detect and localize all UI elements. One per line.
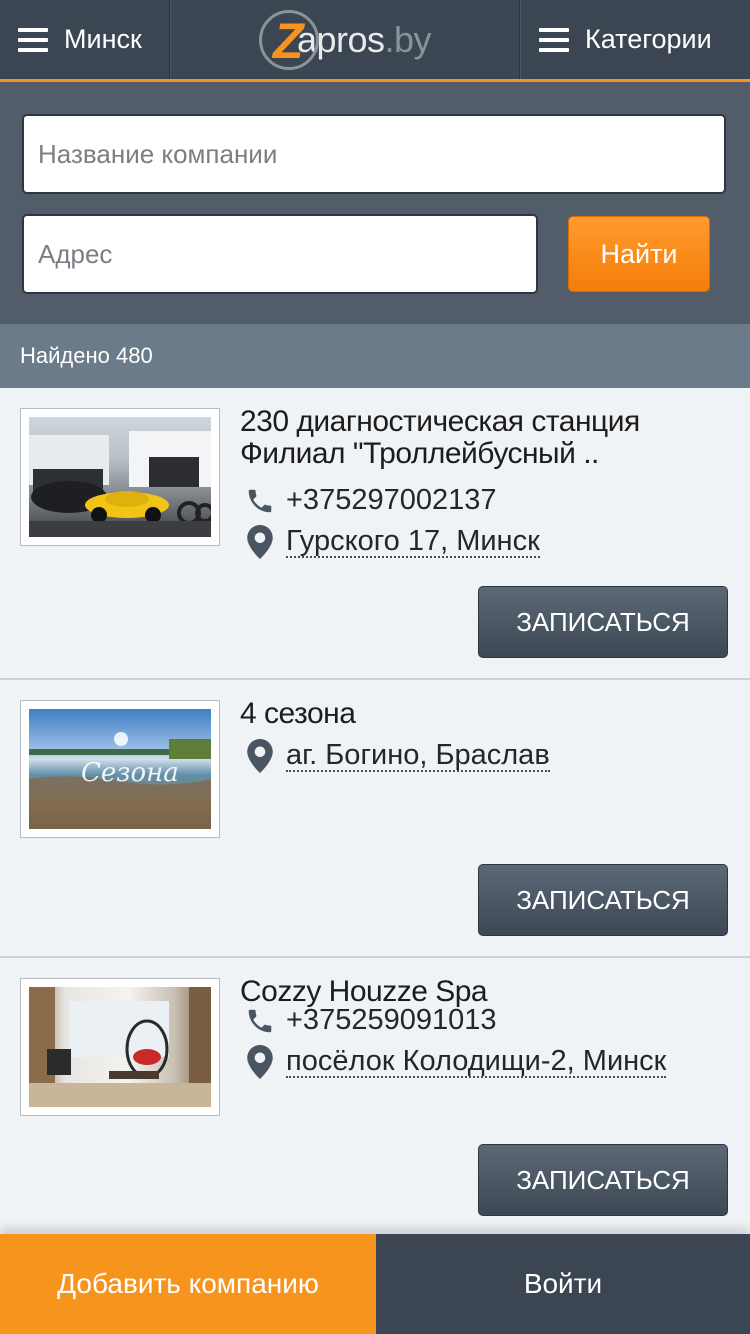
- lake-image: Сезона: [29, 732, 211, 829]
- company-title[interactable]: 230 диагностическая станция Филиал "Трол…: [240, 406, 730, 470]
- address-row[interactable]: аг. Богино, Браслав: [244, 739, 550, 773]
- categories-label: Категории: [585, 24, 712, 54]
- trucks-image: [29, 431, 211, 537]
- company-card: Cozzy Houzze Spa +375259091013 посёлок К…: [0, 958, 750, 1236]
- address-link: аг. Богино, Браслав: [286, 739, 550, 772]
- address-placeholder: Адрес: [38, 238, 113, 269]
- address-link: посёлок Колодищи-2, Минск: [286, 1045, 667, 1078]
- svg-text:Сезона: Сезона: [81, 758, 179, 788]
- menu-icon: [18, 27, 48, 52]
- city-label: Минск: [64, 24, 142, 54]
- bottom-bar: Добавить компанию Войти: [0, 1234, 750, 1334]
- city-menu-button[interactable]: Минск: [0, 0, 170, 79]
- company-photo[interactable]: [20, 978, 220, 1116]
- phone-row-content[interactable]: +375259091013: [244, 1004, 496, 1037]
- company-card: 230 диагностическая станция Филиал "Трол…: [0, 388, 750, 680]
- company-card: Сезона 4 сезона аг. Богино, Браслав ЗАПИ…: [0, 680, 750, 958]
- logo-z: Z: [272, 12, 304, 69]
- phone-number: +375297002137: [286, 484, 497, 516]
- top-bar: Минск Z apros.by Категории: [0, 0, 750, 82]
- book-button[interactable]: ЗАПИСАТЬСЯ: [478, 586, 728, 658]
- menu-icon: [539, 27, 569, 52]
- company-photo[interactable]: Сезона: [20, 700, 220, 838]
- find-button[interactable]: Найти: [568, 216, 710, 292]
- search-panel: Название компании Адрес Найти: [0, 82, 750, 324]
- company-list: 230 диагностическая станция Филиал "Трол…: [0, 388, 750, 1236]
- company-title[interactable]: 4 сезона: [240, 698, 730, 730]
- address-input[interactable]: Адрес: [22, 214, 538, 294]
- phone-icon: [244, 485, 276, 517]
- company-photo[interactable]: [20, 408, 220, 546]
- login-button[interactable]: Войти: [376, 1234, 750, 1334]
- address-link: Гурского 17, Минск: [286, 525, 540, 558]
- phone-icon: [244, 1005, 276, 1037]
- location-pin-icon: [244, 1045, 276, 1079]
- location-pin-icon: [244, 525, 276, 559]
- book-button[interactable]: ЗАПИСАТЬСЯ: [478, 864, 728, 936]
- address-row[interactable]: посёлок Колодищи-2, Минск: [244, 1045, 667, 1079]
- address-row[interactable]: Гурского 17, Минск: [244, 525, 540, 559]
- phone-number: +375259091013: [286, 1004, 497, 1036]
- logo[interactable]: Z apros.by: [170, 0, 520, 79]
- add-company-button[interactable]: Добавить компанию: [0, 1234, 376, 1334]
- company-name-placeholder: Название компании: [38, 138, 278, 169]
- book-button[interactable]: ЗАПИСАТЬСЯ: [478, 1144, 728, 1216]
- spa-interior-image: [29, 987, 211, 1107]
- results-count: Найдено 480: [0, 324, 750, 388]
- location-pin-icon: [244, 739, 276, 773]
- phone-row[interactable]: +375297002137: [244, 484, 496, 517]
- categories-menu-button[interactable]: Категории: [520, 0, 750, 79]
- company-name-input[interactable]: Название компании: [22, 114, 726, 194]
